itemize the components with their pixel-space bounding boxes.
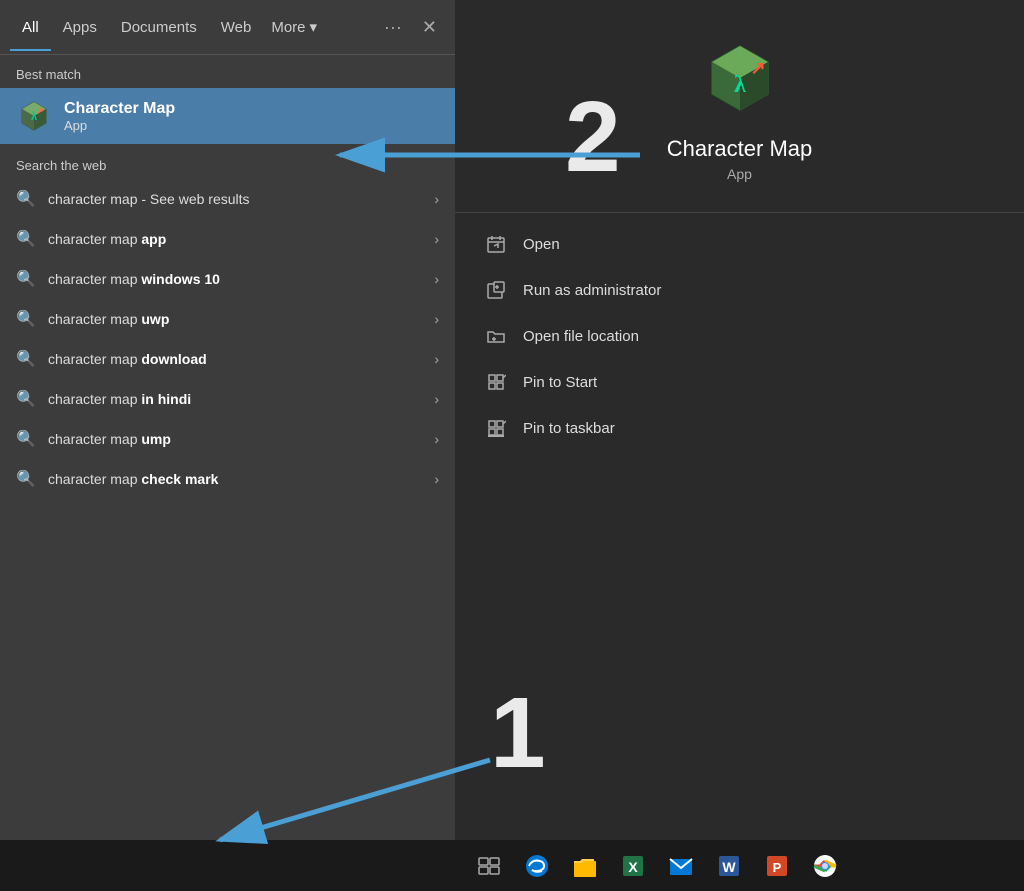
search-icon-7: 🔍 (16, 429, 36, 449)
app-detail-subtitle: App (727, 166, 752, 182)
best-match-item[interactable]: λ ↗ Character Map App (0, 88, 455, 144)
result-text-3: character map windows 10 (48, 271, 422, 287)
chevron-right-icon-6: › (434, 391, 439, 407)
result-item-ump[interactable]: 🔍 character map ump › (0, 419, 455, 459)
best-match-title: Character Map (64, 100, 175, 118)
search-icon-6: 🔍 (16, 389, 36, 409)
app-detail-header: λ ↗ Character Map App (455, 0, 1024, 213)
search-icon-8: 🔍 (16, 469, 36, 489)
svg-text:↗: ↗ (750, 58, 765, 78)
action-file-location-label: Open file location (523, 328, 639, 345)
chevron-right-icon-3: › (434, 271, 439, 287)
chevron-right-icon-2: › (434, 231, 439, 247)
best-match-subtitle: App (64, 118, 175, 133)
result-text-6: character map in hindi (48, 391, 422, 407)
action-open-label: Open (523, 236, 560, 253)
action-list: Open Run as administrator (455, 213, 1024, 459)
chevron-right-icon-4: › (434, 311, 439, 327)
action-run-admin-label: Run as administrator (523, 282, 661, 299)
best-match-label: Best match (0, 55, 455, 88)
taskbar-word[interactable]: W (707, 844, 751, 888)
result-text: character map - See web results (48, 191, 422, 207)
taskbar-taskview[interactable] (467, 844, 511, 888)
chevron-right-icon-8: › (434, 471, 439, 487)
svg-text:X: X (628, 859, 638, 875)
tab-documents[interactable]: Documents (109, 4, 209, 51)
action-open-file-location[interactable]: Open file location (455, 313, 1024, 359)
search-icon: 🔍 (16, 189, 36, 209)
search-panel: All Apps Documents Web More ▾ ··· ✕ Best… (0, 0, 455, 840)
result-text-2: character map app (48, 231, 422, 247)
right-panel: λ ↗ Character Map App Open (455, 0, 1024, 840)
taskbar: X W P (0, 840, 1024, 891)
action-pin-taskbar[interactable]: Pin to taskbar (455, 405, 1024, 451)
result-item-hindi[interactable]: 🔍 character map in hindi › (0, 379, 455, 419)
result-text-8: character map check mark (48, 471, 422, 487)
taskbar-mail[interactable] (659, 844, 703, 888)
tab-bar: All Apps Documents Web More ▾ ··· ✕ (0, 0, 455, 55)
svg-text:↗: ↗ (36, 106, 44, 116)
result-text-4: character map uwp (48, 311, 422, 327)
tab-more[interactable]: More ▾ (263, 3, 325, 51)
pin-taskbar-icon (485, 417, 507, 439)
tab-all[interactable]: All (10, 4, 51, 51)
app-detail-title: Character Map (667, 136, 813, 162)
action-pin-start[interactable]: Pin to Start (455, 359, 1024, 405)
web-label: Search the web (0, 144, 455, 179)
tab-web[interactable]: Web (209, 4, 264, 51)
result-item-web[interactable]: 🔍 character map - See web results › (0, 179, 455, 219)
taskbar-chrome[interactable] (803, 844, 847, 888)
open-icon (485, 233, 507, 255)
chevron-right-icon: › (434, 191, 439, 207)
tab-apps[interactable]: Apps (51, 4, 109, 51)
chevron-down-icon: ▾ (310, 18, 318, 36)
result-item-win10[interactable]: 🔍 character map windows 10 › (0, 259, 455, 299)
chevron-right-icon-5: › (434, 351, 439, 367)
app-icon-small: λ ↗ (16, 98, 52, 134)
action-open[interactable]: Open (455, 221, 1024, 267)
svg-text:W: W (722, 859, 736, 875)
search-icon-5: 🔍 (16, 349, 36, 369)
search-icon-2: 🔍 (16, 229, 36, 249)
result-text-7: character map ump (48, 431, 422, 447)
result-item-download[interactable]: 🔍 character map download › (0, 339, 455, 379)
search-icon-3: 🔍 (16, 269, 36, 289)
svg-text:P: P (773, 860, 782, 875)
app-detail-icon: λ ↗ (700, 40, 780, 120)
result-item-app[interactable]: 🔍 character map app › (0, 219, 455, 259)
result-item-uwp[interactable]: 🔍 character map uwp › (0, 299, 455, 339)
search-icon-4: 🔍 (16, 309, 36, 329)
best-match-text: Character Map App (64, 100, 175, 133)
result-text-5: character map download (48, 351, 422, 367)
action-pin-start-label: Pin to Start (523, 374, 597, 391)
admin-icon (485, 279, 507, 301)
svg-text:λ: λ (734, 72, 746, 98)
taskbar-excel[interactable]: X (611, 844, 655, 888)
pin-start-icon (485, 371, 507, 393)
taskbar-edge[interactable] (515, 844, 559, 888)
result-item-checkmark[interactable]: 🔍 character map check mark › (0, 459, 455, 499)
action-run-admin[interactable]: Run as administrator (455, 267, 1024, 313)
taskbar-powerpoint[interactable]: P (755, 844, 799, 888)
taskbar-explorer[interactable] (563, 844, 607, 888)
chevron-right-icon-7: › (434, 431, 439, 447)
folder-icon (485, 325, 507, 347)
close-button[interactable]: ✕ (414, 9, 445, 46)
more-options-button[interactable]: ··· (376, 9, 410, 46)
action-pin-taskbar-label: Pin to taskbar (523, 420, 615, 437)
